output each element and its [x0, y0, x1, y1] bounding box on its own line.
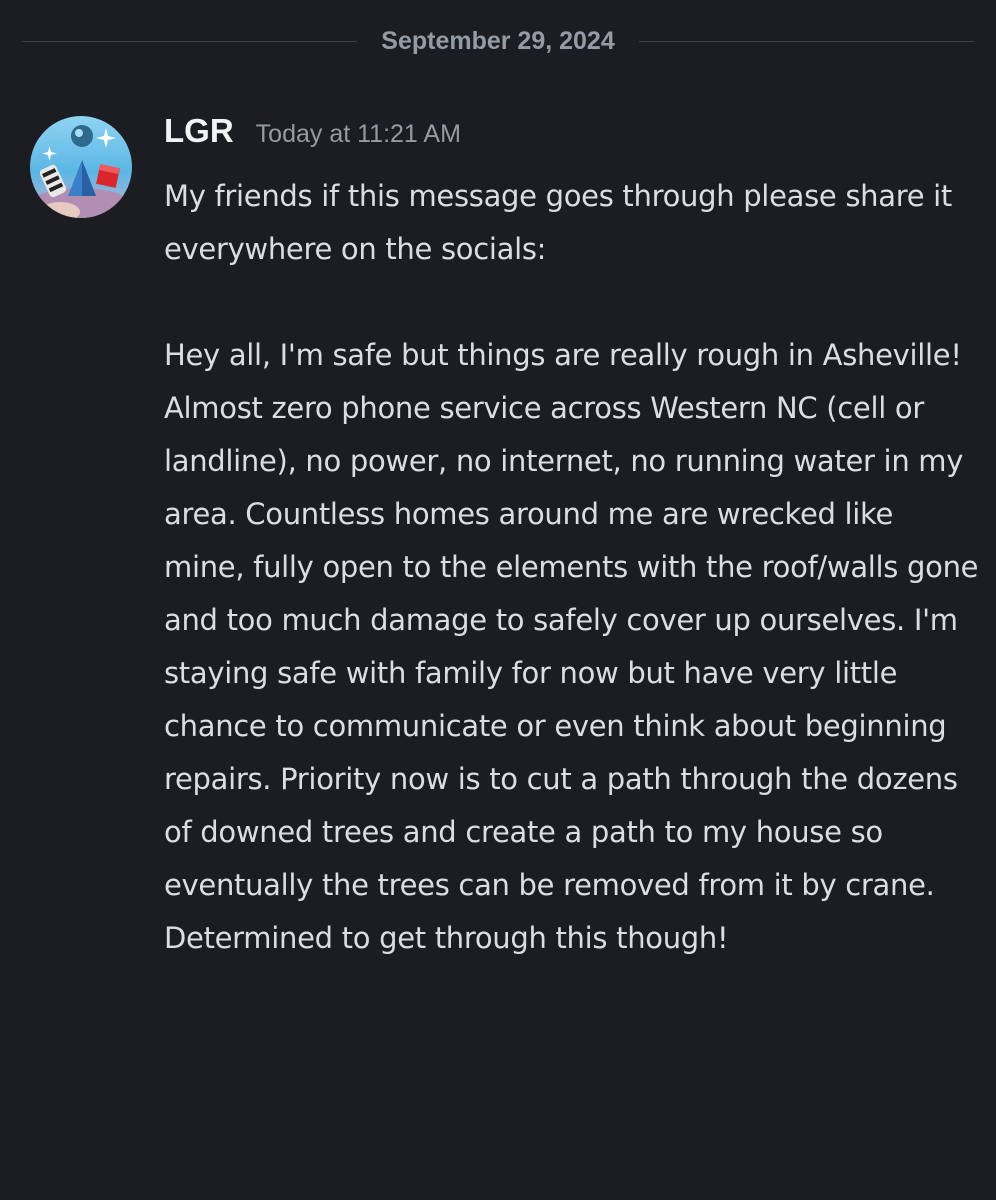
username[interactable]: LGR — [164, 112, 234, 150]
timestamp: Today at 11:21 AM — [255, 120, 461, 148]
avatar[interactable] — [30, 116, 132, 218]
message-content: My friends if this message goes through … — [164, 170, 980, 965]
divider-date: September 29, 2024 — [381, 26, 615, 55]
message-header: LGR Today at 11:21 AM — [164, 108, 980, 164]
avatar-image — [30, 116, 132, 218]
divider-line-right — [638, 40, 975, 42]
date-divider: September 29, 2024 — [22, 22, 975, 60]
message-body: LGR Today at 11:21 AM My friends if this… — [164, 108, 980, 965]
message-paragraph: Hey all, I'm safe but things are really … — [164, 338, 979, 955]
divider-line-left — [22, 40, 358, 42]
message-paragraph: My friends if this message goes through … — [164, 179, 952, 266]
